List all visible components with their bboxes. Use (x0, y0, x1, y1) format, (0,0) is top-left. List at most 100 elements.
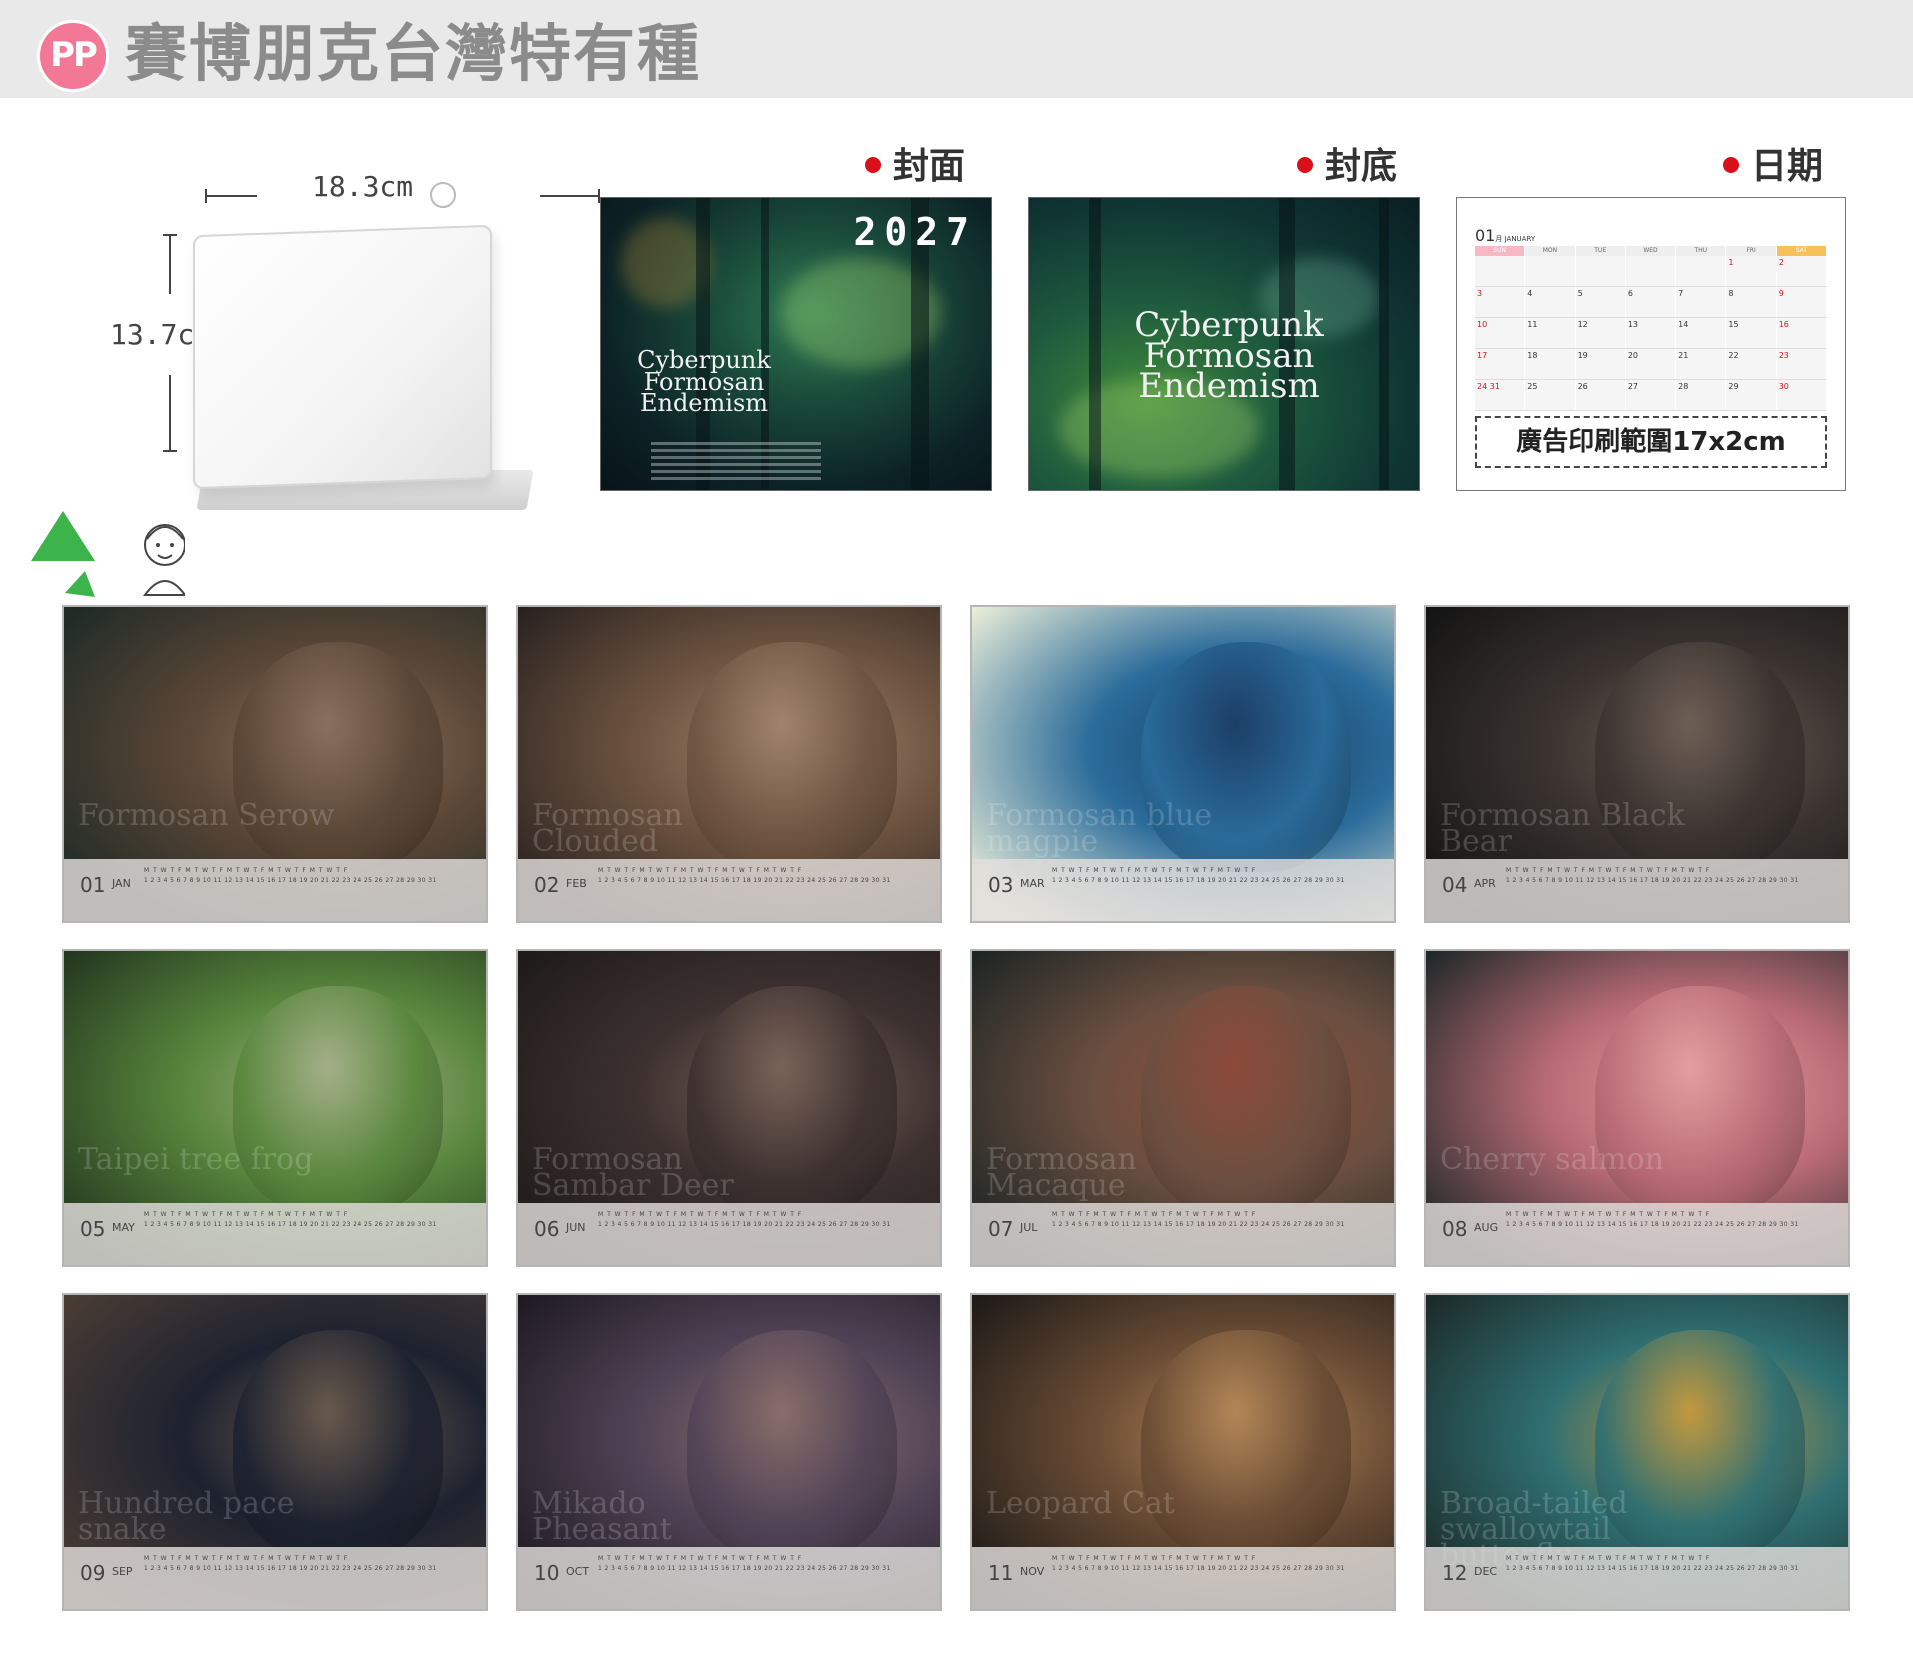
width-label: 18.3cm (312, 170, 414, 203)
month-number: 11 (988, 1561, 1014, 1585)
weekday-letters: M T W T F M T W T F M T W T F M T W T F … (598, 1555, 803, 1562)
month-abbreviation: JAN (112, 877, 131, 890)
month-abbreviation: FEB (566, 877, 587, 890)
month-species-name: Leopard Cat (986, 1486, 1175, 1521)
cover-year: 2027 (853, 210, 977, 254)
month-abbreviation: JUL (1020, 1221, 1038, 1234)
weekday-letters: M T W T F M T W T F M T W T F M T W T F … (598, 867, 803, 874)
month-day-row: M T W T F M T W T F M T W T F M T W T F … (144, 1555, 480, 1577)
back-cover-image[interactable]: Cyberpunk Formosan Endemism (1028, 197, 1420, 491)
calendar-stand-illustration (193, 224, 492, 490)
month-species-name: Mikado Pheasant (532, 1486, 672, 1547)
month-abbreviation: MAR (1020, 877, 1045, 890)
month-abbreviation: MAY (112, 1221, 135, 1234)
day-numbers: 1 2 3 4 5 6 7 8 9 10 11 12 13 14 15 16 1… (144, 1565, 437, 1572)
month-abbreviation: SEP (112, 1565, 133, 1578)
month-number: 05 (80, 1217, 106, 1241)
month-abbreviation: NOV (1020, 1565, 1045, 1578)
month-number: 01 (80, 873, 106, 897)
ad-print-area: 廣告印刷範圍17x2cm (1475, 416, 1827, 468)
month-card[interactable]: Leopard Cat 11 NOV M T W T F M T W T F M T … (970, 1293, 1396, 1611)
day-numbers: 1 2 3 4 5 6 7 8 9 10 11 12 13 14 15 16 1… (1506, 1221, 1799, 1228)
creature-figure (233, 986, 443, 1216)
cover-title: Cyberpunk Formosan Endemism (637, 346, 771, 418)
dimension-tick (205, 189, 207, 203)
weekday-letters: M T W T F M T W T F M T W T F M T W T F … (144, 1555, 349, 1562)
week-row: 3456789 (1475, 287, 1827, 318)
month-species-name: Formosan Serow (78, 798, 335, 833)
month-abbreviation: OCT (566, 1565, 590, 1578)
month-abbreviation: AUG (1474, 1221, 1499, 1234)
month-number: 10 (534, 1561, 560, 1585)
day-numbers: 1 2 3 4 5 6 7 8 9 10 11 12 13 14 15 16 1… (598, 1565, 891, 1572)
size-diagram: 18.3cm 13.7cm (100, 170, 600, 510)
month-card[interactable]: Formosan Black Bear 04 APR M T W T F M T W … (1424, 605, 1850, 923)
month-abbreviation: JUN (566, 1221, 586, 1234)
date-sample-grid: SUN MON TUE WED THU FRI SAT 12 3456789 1… (1475, 246, 1827, 411)
month-card[interactable]: Formosan Macaque 07 JUL M T W T F M T W T F… (970, 949, 1396, 1267)
month-species-name: Cherry salmon (1440, 1142, 1664, 1177)
day-numbers: 1 2 3 4 5 6 7 8 9 10 11 12 13 14 15 16 1… (1506, 1565, 1799, 1572)
date-page-sample[interactable]: 01月 JANUARY SUN MON TUE WED THU FRI SAT … (1456, 197, 1846, 491)
weekday-letters: M T W T F M T W T F M T W T F M T W T F … (1052, 1555, 1257, 1562)
month-species-name: Formosan Clouded (532, 798, 683, 859)
month-day-row: M T W T F M T W T F M T W T F M T W T F … (1052, 1555, 1388, 1577)
red-dot-icon (1723, 157, 1739, 173)
creature-figure (1141, 1330, 1351, 1560)
month-species-name: Formosan Sambar Deer (532, 1142, 734, 1203)
month-day-row: M T W T F M T W T F M T W T F M T W T F … (598, 1211, 934, 1233)
month-species-name: Hundred pace snake (78, 1486, 295, 1547)
section-label-front: 封面 (865, 145, 965, 189)
front-cover-image[interactable]: 2027 Cyberpunk Formosan Endemism (600, 197, 992, 491)
weekday-letters: M T W T F M T W T F M T W T F M T W T F … (1506, 1211, 1711, 1218)
tree-trunk (1089, 198, 1101, 490)
dimension-segment (205, 195, 257, 197)
month-number: 06 (534, 1217, 560, 1241)
weekday-letters: M T W T F M T W T F M T W T F M T W T F … (144, 867, 349, 874)
dimension-tick (163, 450, 177, 452)
month-number: 03 (988, 873, 1014, 897)
month-card[interactable]: Taipei tree frog 05 MAY M T W T F M T W T F… (62, 949, 488, 1267)
dimension-segment (540, 195, 600, 197)
day-numbers: 1 2 3 4 5 6 7 8 9 10 11 12 13 14 15 16 1… (144, 1221, 437, 1228)
hang-hole-icon (430, 182, 456, 208)
month-day-row: M T W T F M T W T F M T W T F M T W T F … (144, 867, 480, 889)
page-header: PP 賽博朋克台灣特有種 (0, 0, 1913, 98)
day-numbers: 1 2 3 4 5 6 7 8 9 10 11 12 13 14 15 16 1… (144, 877, 437, 884)
month-day-row: M T W T F M T W T F M T W T F M T W T F … (598, 867, 934, 889)
month-species-name: Formosan Macaque (986, 1142, 1137, 1203)
day-numbers: 1 2 3 4 5 6 7 8 9 10 11 12 13 14 15 16 1… (1052, 1565, 1345, 1572)
month-number: 12 (1442, 1561, 1468, 1585)
mascot-illustration (25, 505, 187, 605)
month-card[interactable]: Formosan Serow 01 JAN M T W T F M T W T F M… (62, 605, 488, 923)
section-label-back: 封底 (1297, 145, 1397, 189)
month-card[interactable]: Broad-tailed swallowtail butterfly12DECM… (1424, 1293, 1850, 1611)
month-day-row: M T W T F M T W T F M T W T F M T W T F … (1052, 1211, 1388, 1233)
week-row: 12 (1475, 256, 1827, 287)
week-row: 17 18 19 20 21 22 23 (1475, 349, 1827, 380)
cover-subtext-lines (651, 438, 821, 484)
height-dimension-line (169, 375, 171, 450)
day-numbers: 1 2 3 4 5 6 7 8 9 10 11 12 13 14 15 16 1… (1052, 877, 1345, 884)
weekday-header: SUN MON TUE WED THU FRI SAT (1475, 246, 1827, 256)
date-sample-month: 01月 JANUARY (1475, 226, 1536, 245)
day-numbers: 1 2 3 4 5 6 7 8 9 10 11 12 13 14 15 16 1… (1052, 1221, 1345, 1228)
month-number: 02 (534, 873, 560, 897)
weekday-letters: M T W T F M T W T F M T W T F M T W T F … (1052, 1211, 1257, 1218)
month-card[interactable]: Hundred pace snake 09 SEP M T W T F M T W T… (62, 1293, 488, 1611)
month-day-row: M T W T F M T W T F M T W T F M T W T F … (598, 1555, 934, 1577)
month-card[interactable]: Mikado Pheasant 10 OCT M T W T F M T W T F … (516, 1293, 942, 1611)
weekday-letters: M T W T F M T W T F M T W T F M T W T F … (144, 1211, 349, 1218)
month-card[interactable]: Formosan Sambar Deer 06 JUN M T W T F M T W… (516, 949, 942, 1267)
month-card[interactable]: Formosan Clouded 02 FEB M T W T F M T W T F… (516, 605, 942, 923)
month-species-name: Formosan blue magpie (986, 798, 1213, 859)
red-dot-icon (865, 157, 881, 173)
month-card[interactable]: Formosan blue magpie 03 MAR M T W T F M T W… (970, 605, 1396, 923)
month-card[interactable]: Cherry salmon 08 AUG M T W T F M T W T F M … (1424, 949, 1850, 1267)
week-row: 10 11 12 13 14 15 16 (1475, 318, 1827, 349)
weekday-letters: M T W T F M T W T F M T W T F M T W T F … (1052, 867, 1257, 874)
week-row: 24 31 25 26 27 28 29 30 (1475, 380, 1827, 411)
month-day-row: M T W T F M T W T F M T W T F M T W T F … (1052, 867, 1388, 889)
section-label-date: 日期 (1723, 145, 1823, 189)
month-number: 08 (1442, 1217, 1468, 1241)
